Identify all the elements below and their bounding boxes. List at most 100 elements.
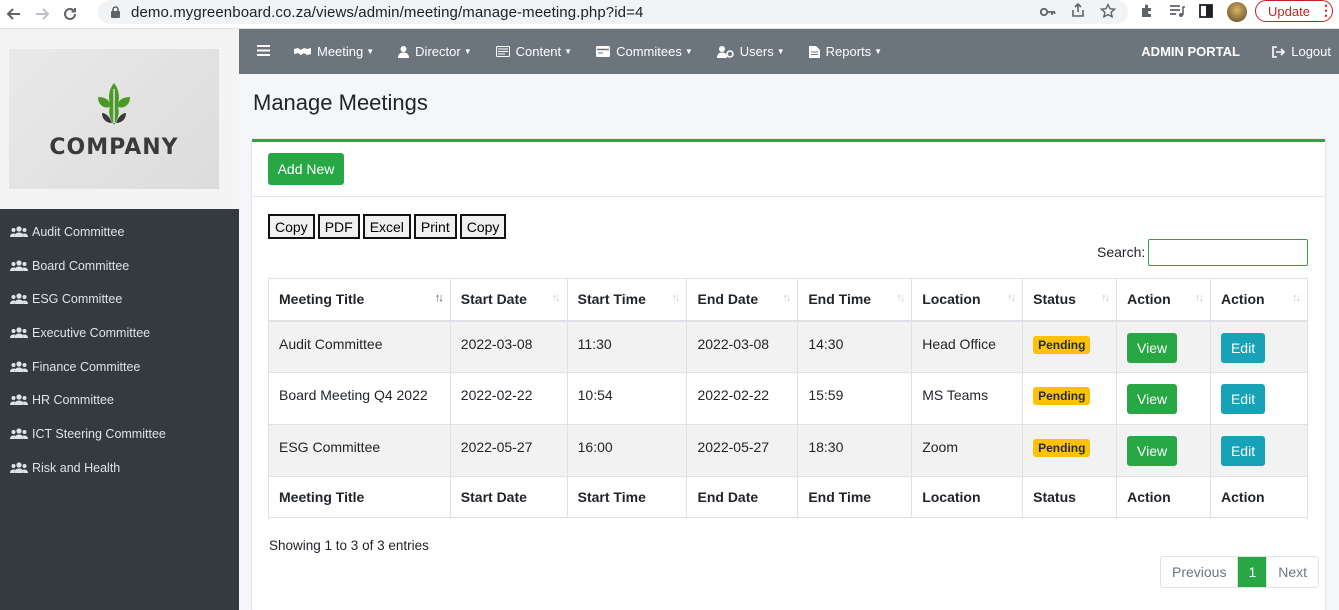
users-icon [10,394,30,406]
cell-meeting-title: ESG Committee [268,424,451,477]
next-page-button[interactable]: Next [1266,557,1319,587]
sidebar-item-label: Audit Committee [32,224,125,239]
add-new-button[interactable]: Add New [268,153,344,185]
sidebar-item-ict-steering[interactable]: ICT Steering Committee [0,417,239,451]
pdf-button[interactable]: PDF [317,214,360,239]
pagination: Previous 1 Next [1160,556,1320,588]
sort-icon: ↑↓ [1292,292,1301,304]
forward-icon[interactable] [28,3,56,25]
view-button[interactable]: View [1127,384,1178,414]
caret-down-icon: ▼ [874,47,883,56]
cell-end-date: 2022-02-22 [686,372,799,425]
excel-button[interactable]: Excel [362,214,411,239]
star-icon[interactable] [1099,2,1117,22]
sort-asc-icon: ↑↓ [434,292,444,304]
logout-link[interactable]: Logout [1272,44,1331,59]
sort-icon: ↑↓ [1007,292,1016,304]
cell-meeting-title: Audit Committee [268,320,451,373]
sidebar-item-esg[interactable]: ESG Committee [0,282,239,316]
footer-status: Status [1022,476,1118,518]
column-header-location[interactable]: Location ↑↓ [911,278,1024,322]
leaf-logo-icon [98,82,130,125]
share-icon[interactable] [1070,2,1086,21]
users-icon [10,293,30,305]
column-label: Meeting Title [279,291,365,308]
view-button[interactable]: View [1127,332,1178,363]
column-header-status[interactable]: Status ↑↓ [1022,278,1118,322]
nav-commitees[interactable]: Commitees ▼ [596,44,693,59]
column-header-start-date[interactable]: Start Date ↑↓ [449,278,568,322]
page-1-button[interactable]: 1 [1237,557,1267,587]
key-icon[interactable] [1039,4,1056,20]
url-text: demo.mygreenboard.co.za/views/admin/meet… [131,3,644,21]
extensions-icon[interactable] [1140,3,1155,21]
sidebar-item-risk-health[interactable]: Risk and Health [0,451,239,485]
sidebar-item-hr[interactable]: HR Committee [0,383,239,417]
company-logo[interactable]: COMPANY [9,49,219,189]
cell-start-date: 2022-05-27 [449,424,568,477]
search-input[interactable] [1148,239,1308,266]
sidebar-item-executive[interactable]: Executive Committee [0,316,239,350]
nav-users-label: Users [739,44,774,59]
column-label: Start Date [460,291,527,308]
print-button[interactable]: Print [413,214,457,239]
column-header-end-date[interactable]: End Date ↑↓ [686,278,799,322]
address-bar[interactable]: demo.mygreenboard.co.za/views/admin/meet… [98,0,1128,24]
nav-director[interactable]: Director ▼ [398,44,472,59]
back-icon[interactable] [0,3,28,25]
column-header-meeting-title[interactable]: Meeting Title ↑↓ [268,278,451,322]
column-header-action-edit[interactable]: Action ↑↓ [1210,278,1308,322]
footer-action-edit: Action [1210,476,1308,518]
menu-dots-icon[interactable]: ⋮ [1319,2,1333,19]
cell-start-time: 16:00 [566,424,688,477]
users-icon [10,360,30,373]
cell-end-date: 2022-05-27 [686,424,799,477]
previous-page-button[interactable]: Previous [1161,557,1238,587]
cell-status: Pending [1022,320,1118,373]
table-row: ESG Committee 2022-05-27 16:00 2022-05-2… [268,424,1308,477]
reload-icon[interactable] [56,3,84,25]
sidebar-item-label: Risk and Health [32,460,121,475]
cell-edit: Edit [1210,424,1308,477]
users-icon [10,428,30,440]
footer-action-view: Action [1116,476,1212,518]
media-icon[interactable] [1169,4,1185,21]
nav-users[interactable]: Users ▼ [716,44,785,59]
cell-start-date: 2022-02-22 [449,372,568,425]
sidebar-item-finance[interactable]: Finance Committee [0,350,239,384]
search-label: Search: [1097,244,1146,260]
sidebar-item-label: Finance Committee [32,359,141,374]
column-header-action-view[interactable]: Action ↑↓ [1116,278,1212,322]
copy-button[interactable]: Copy [268,214,315,239]
column-label: Status [1033,291,1076,308]
view-button[interactable]: View [1127,436,1178,466]
cell-view: View [1116,424,1212,477]
column-header-start-time[interactable]: Start Time ↑↓ [566,278,688,322]
top-navbar: Meeting ▼ Director ▼ Content ▼ Commitees ▼ U… [239,29,1339,74]
footer-location: Location [911,476,1024,518]
copy-button-2[interactable]: Copy [459,214,507,239]
sidebar-item-label: ESG Committee [32,292,123,307]
card-header: Add New [252,142,1325,197]
table-footer-row: Meeting Title Start Date Start Time End … [268,476,1308,518]
nav-meeting[interactable]: Meeting ▼ [294,44,374,59]
sidebar-item-label: Board Committee [32,258,130,273]
table-info: Showing 1 to 3 of 3 entries [269,538,429,553]
sidebar-item-board[interactable]: Board Committee [0,249,239,283]
hamburger-menu-icon[interactable] [257,43,270,61]
user-icon [398,45,410,58]
users-icon [10,462,30,474]
sidepanel-icon[interactable] [1199,3,1213,21]
caret-down-icon: ▼ [366,47,375,56]
table-row: Board Meeting Q4 2022 2022-02-22 10:54 2… [268,372,1308,425]
edit-button[interactable]: Edit [1221,436,1266,466]
edit-button[interactable]: Edit [1221,332,1266,363]
nav-reports[interactable]: Reports ▼ [808,44,883,59]
sort-icon: ↑↓ [551,292,561,304]
nav-content[interactable]: Content ▼ [495,44,572,59]
column-header-end-time[interactable]: End Time ↑↓ [797,278,913,322]
edit-button[interactable]: Edit [1221,384,1266,414]
caret-down-icon: ▼ [684,47,693,56]
sidebar-item-audit[interactable]: Audit Committee [0,215,239,249]
profile-avatar[interactable] [1227,2,1247,22]
